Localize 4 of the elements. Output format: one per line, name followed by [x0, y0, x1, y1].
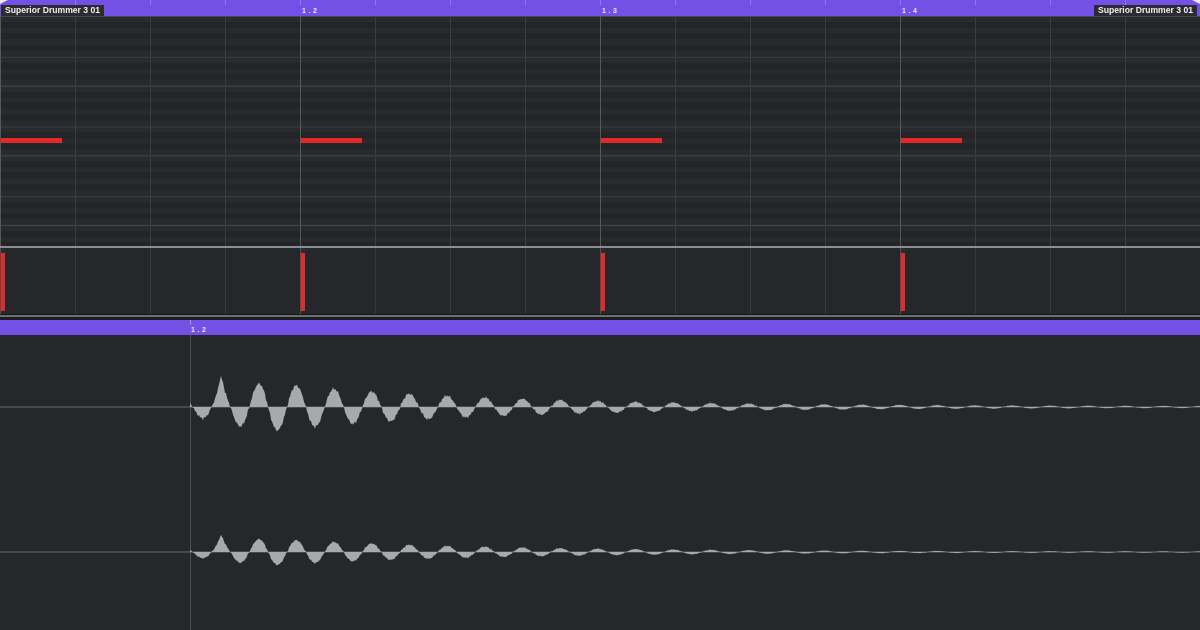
corner-triangle-icon [1192, 0, 1200, 4]
region-name-label: Superior Drummer 3 01 [1093, 5, 1197, 16]
region-name-label: Superior Drummer 3 01 [1, 5, 105, 16]
corner-triangle-icon [0, 0, 8, 4]
